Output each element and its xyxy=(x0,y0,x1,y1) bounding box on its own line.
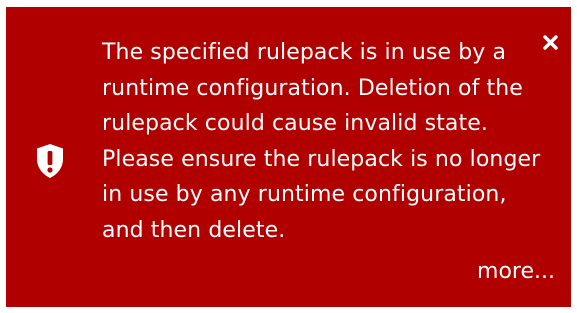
shield-exclamation-icon xyxy=(35,143,65,179)
notification-message: The specified rulepack is in use by a ru… xyxy=(102,40,541,243)
error-notification: The specified rulepack is in use by a ru… xyxy=(6,7,571,307)
close-icon[interactable] xyxy=(539,31,561,53)
more-link[interactable]: more... xyxy=(477,259,555,284)
